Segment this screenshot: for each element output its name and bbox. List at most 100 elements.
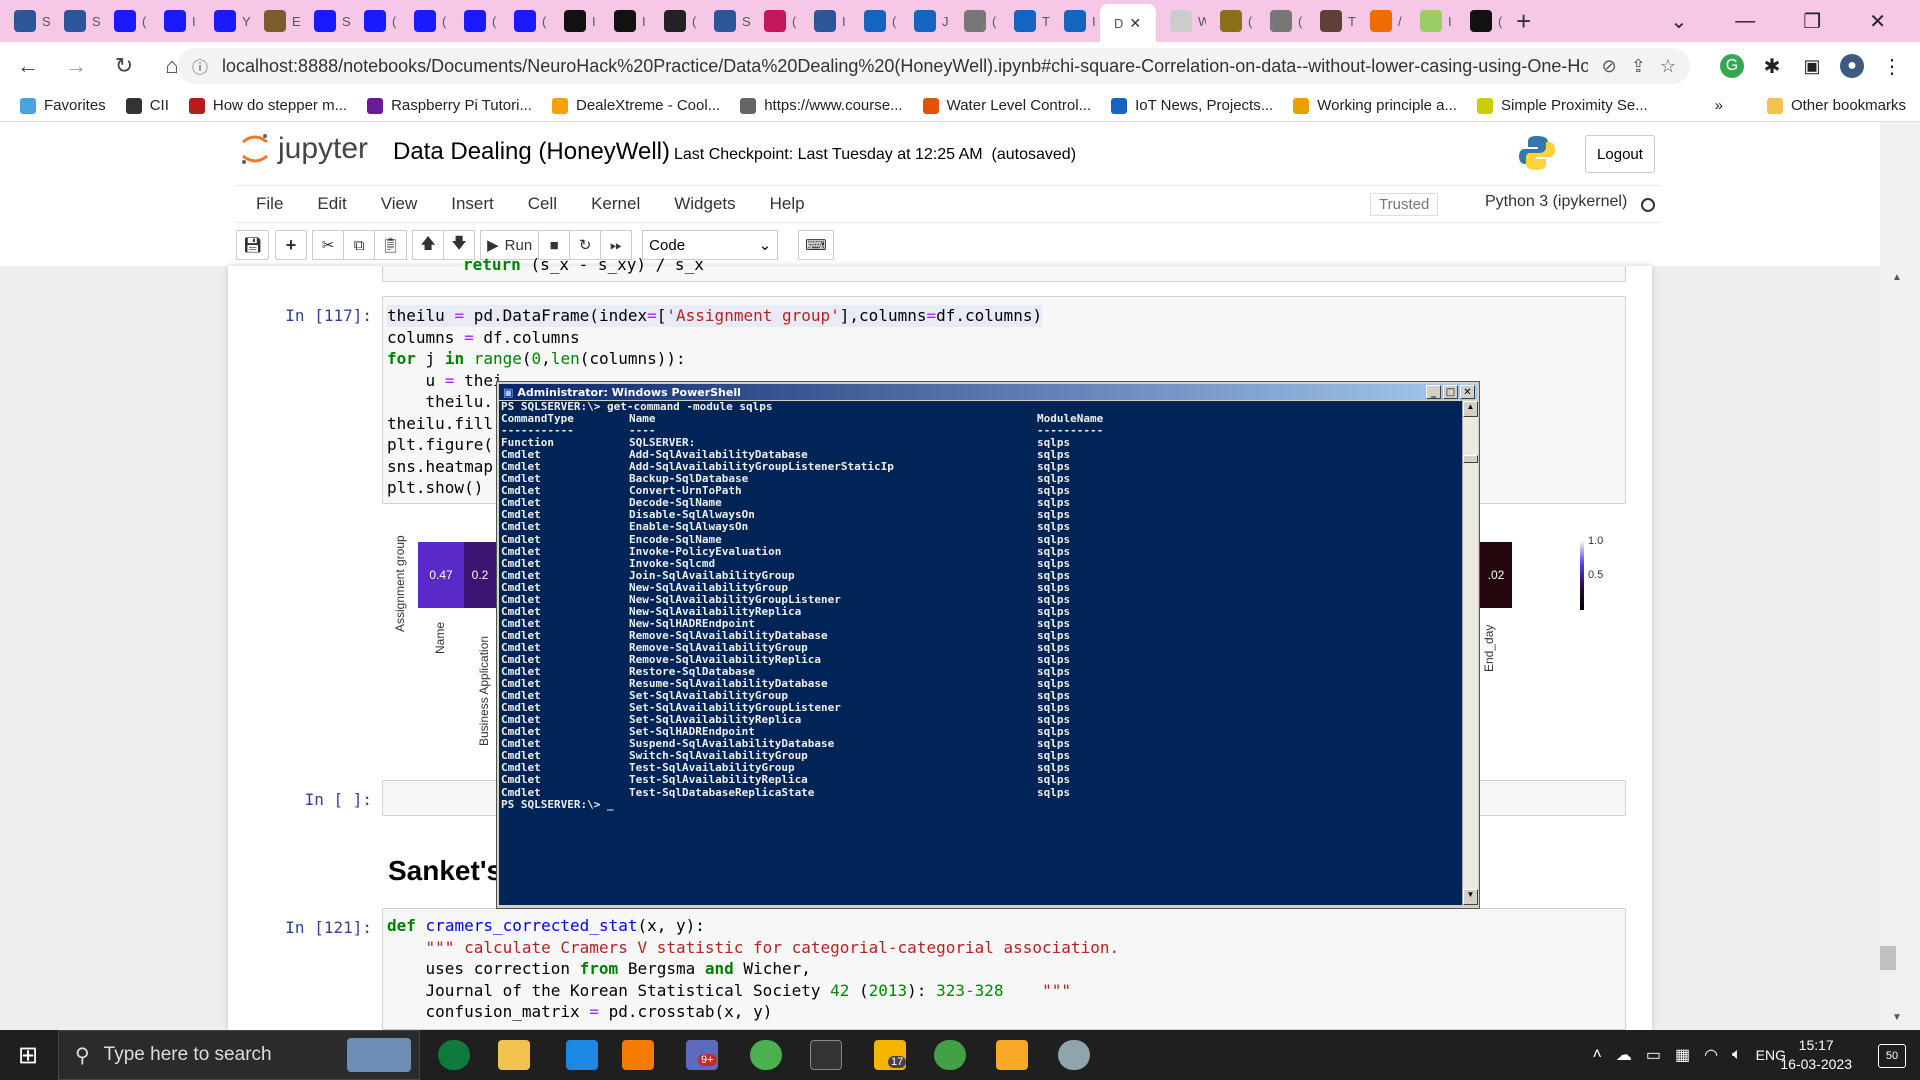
bookmark-item[interactable]: CII	[125, 97, 169, 114]
bookmark-item[interactable]: Water Level Control...	[922, 97, 1091, 114]
bookmark-item[interactable]: Working principle a...	[1293, 97, 1457, 114]
browser-tab[interactable]: I	[1050, 0, 1100, 42]
ps-maximize-button[interactable]: □	[1443, 385, 1458, 399]
terminal-icon[interactable]	[810, 1040, 842, 1070]
save-button[interactable]: 💾︎	[236, 230, 270, 260]
menu-widgets[interactable]: Widgets	[674, 194, 735, 214]
code-cell-partial[interactable]: return (s_x - s_xy) / s_x	[382, 255, 1626, 282]
paste-button[interactable]: 📋︎	[374, 230, 408, 260]
sticky-notes-icon[interactable]	[566, 1040, 598, 1070]
forward-icon[interactable]: →	[56, 53, 96, 79]
clock[interactable]: 15:17 16-03-2023	[1780, 1036, 1852, 1074]
more-bookmarks-button[interactable]: »	[1715, 97, 1723, 114]
minimize-icon[interactable]: —	[1735, 10, 1755, 33]
command-palette-button[interactable]: ⌨	[798, 230, 834, 260]
network-icon[interactable]: ▦	[1675, 1045, 1690, 1065]
close-tab-icon[interactable]: ✕	[1129, 15, 1141, 32]
back-icon[interactable]: ←	[8, 53, 48, 79]
tab-search-icon[interactable]: ⌄	[1671, 9, 1688, 34]
browser-menu-icon[interactable]: ⋮	[1880, 54, 1904, 78]
browser-tab[interactable]: I	[150, 0, 200, 42]
ps-scroll-up-icon[interactable]: ▲	[1463, 401, 1478, 417]
bookmark-item[interactable]: Simple Proximity Se...	[1477, 97, 1648, 114]
browser-tab[interactable]: (	[950, 0, 1000, 42]
menu-insert[interactable]: Insert	[451, 194, 494, 214]
browser-tab[interactable]: (	[850, 0, 900, 42]
bookmark-item[interactable]: DealeXtreme - Cool...	[551, 97, 720, 114]
browser-tab[interactable]: S	[0, 0, 50, 42]
browser-tab[interactable]: J	[900, 0, 950, 42]
scroll-down-icon[interactable]: ▼	[1892, 1012, 1902, 1023]
trusted-indicator[interactable]: Trusted	[1370, 193, 1439, 216]
powershell-window[interactable]: ▣ Administrator: Windows PowerShell _ □ …	[496, 381, 1480, 909]
url-bar[interactable]: ⓘ localhost:8888/notebooks/Documents/Neu…	[178, 48, 1690, 84]
notebook-title[interactable]: Data Dealing (HoneyWell)	[393, 138, 670, 166]
menu-kernel[interactable]: Kernel	[591, 194, 640, 214]
ps-scroll-thumb[interactable]	[1463, 455, 1478, 463]
scrollbar-thumb[interactable]	[1880, 946, 1896, 970]
browser-tab[interactable]: I	[1406, 0, 1456, 42]
jupyter-logo[interactable]: jupyter	[240, 132, 368, 166]
tray-app-icon[interactable]: ☁	[1616, 1045, 1632, 1065]
browser-tab[interactable]: T	[1000, 0, 1050, 42]
install-app-icon[interactable]: ⊘	[1602, 56, 1617, 77]
browser-tab[interactable]: Y	[200, 0, 250, 42]
volume-icon[interactable]: 🔈︎	[1732, 1046, 1742, 1064]
bookmark-item[interactable]: Raspberry Pi Tutori...	[367, 97, 532, 114]
menu-view[interactable]: View	[381, 194, 418, 214]
menu-cell[interactable]: Cell	[528, 194, 557, 214]
vs-code-icon[interactable]	[996, 1040, 1028, 1070]
wifi-icon[interactable]: ◠	[1704, 1045, 1718, 1065]
scroll-up-icon[interactable]: ▲	[1892, 272, 1902, 283]
logout-button[interactable]: Logout	[1585, 135, 1655, 173]
globe-app-icon[interactable]	[934, 1040, 966, 1070]
grammarly-extension-icon[interactable]: G	[1720, 54, 1744, 78]
side-panel-icon[interactable]: ▣	[1800, 54, 1824, 78]
browser-tab[interactable]: (	[750, 0, 800, 42]
powershell-scrollbar[interactable]: ▲ ▼	[1462, 401, 1478, 905]
page-scrollbar[interactable]: ▲ ▼	[1880, 122, 1920, 1030]
powershell-console[interactable]: PS SQLSERVER:\> get-command -module sqlp…	[499, 401, 1462, 905]
other-bookmarks[interactable]: Other bookmarks	[1766, 97, 1906, 114]
notification-center[interactable]: 50	[1878, 1044, 1906, 1068]
chevron-up-icon[interactable]: ˄	[1592, 1046, 1601, 1064]
ps-close-button[interactable]: ✕	[1460, 385, 1475, 399]
teams-icon[interactable]: 9+	[686, 1040, 718, 1070]
url-text[interactable]: localhost:8888/notebooks/Documents/Neuro…	[222, 56, 1588, 77]
bookmark-star-icon[interactable]: ☆	[1660, 56, 1676, 77]
ps-scroll-down-icon[interactable]: ▼	[1463, 889, 1478, 905]
browser-tab[interactable]: (	[350, 0, 400, 42]
browser-tab[interactable]: I	[600, 0, 650, 42]
code-cell-121[interactable]: def cramers_corrected_stat(x, y): """ ca…	[382, 908, 1626, 1030]
chrome-icon[interactable]	[750, 1040, 782, 1070]
file-explorer-icon[interactable]	[498, 1040, 530, 1070]
browser-tab[interactable]: E	[250, 0, 300, 42]
move-up-button[interactable]: 🡅	[412, 230, 445, 260]
browser-tab[interactable]: (	[400, 0, 450, 42]
cut-button[interactable]: ✂	[312, 230, 345, 260]
bookmark-item[interactable]: https://www.course...	[740, 97, 903, 114]
close-window-icon[interactable]: ✕	[1869, 9, 1886, 34]
browser-tab[interactable]: (	[100, 0, 150, 42]
browser-tab[interactable]: S	[700, 0, 750, 42]
extensions-puzzle-icon[interactable]: ✱	[1760, 54, 1784, 78]
windows-start-icon[interactable]: ⊞	[18, 1041, 38, 1070]
code-editor[interactable]: def cramers_corrected_stat(x, y): """ ca…	[387, 915, 1119, 1023]
browser-tab[interactable]: S	[50, 0, 100, 42]
bookmark-item[interactable]: How do stepper m...	[188, 97, 347, 114]
browser-tab[interactable]: T	[1306, 0, 1356, 42]
taskbar-search[interactable]: ⚲ Type here to search	[58, 1030, 420, 1080]
ps-minimize-button[interactable]: _	[1426, 385, 1441, 399]
bookmark-item[interactable]: Favorites	[20, 97, 106, 114]
browser-tab[interactable]: (	[1256, 0, 1306, 42]
reload-icon[interactable]: ↻	[104, 53, 144, 79]
edge-icon[interactable]	[438, 1040, 470, 1070]
browser-tab-active[interactable]: D ✕	[1100, 4, 1156, 42]
browser-tab[interactable]: (	[1456, 0, 1506, 42]
copy-button[interactable]: ⧉	[343, 230, 376, 260]
browser-tab[interactable]: I	[550, 0, 600, 42]
browser-tab[interactable]: (	[450, 0, 500, 42]
share-icon[interactable]: ⇪	[1631, 56, 1646, 77]
powershell-titlebar[interactable]: ▣ Administrator: Windows PowerShell _ □ …	[499, 384, 1477, 400]
browser-tab[interactable]: /	[1356, 0, 1406, 42]
